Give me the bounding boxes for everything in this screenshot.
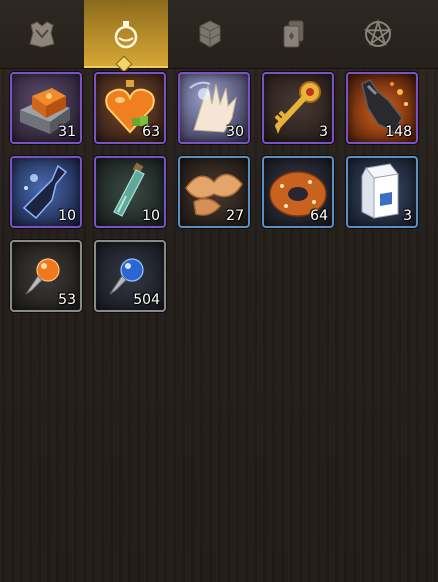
item-slot[interactable]: 30	[178, 72, 250, 144]
item-slot[interactable]: 3	[262, 72, 334, 144]
item-quantity: 64	[310, 208, 328, 224]
item-quantity: 3	[319, 124, 328, 140]
item-quantity: 31	[58, 124, 76, 140]
cards-icon	[283, 20, 304, 48]
item-quantity: 3	[403, 208, 412, 224]
tab-cards[interactable]	[252, 0, 336, 68]
item-quantity: 10	[58, 208, 76, 224]
tab-materials[interactable]	[168, 0, 252, 68]
category-tab-bar	[0, 0, 438, 73]
cubes-icon	[199, 20, 221, 48]
item-quantity: 148	[385, 124, 412, 140]
item-slot[interactable]: 63	[94, 72, 166, 144]
item-quantity: 30	[226, 124, 244, 140]
tab-equipment[interactable]	[0, 0, 84, 68]
item-slot[interactable]: 10	[10, 156, 82, 228]
item-slot[interactable]: 31	[10, 72, 82, 144]
item-quantity: 63	[142, 124, 160, 140]
item-quantity: 504	[133, 292, 160, 308]
item-slot[interactable]: 27	[178, 156, 250, 228]
item-quantity: 53	[58, 292, 76, 308]
potion-icon	[114, 21, 138, 49]
item-slot[interactable]: 3	[346, 156, 418, 228]
inventory-panel: 31 63 30 3 148 10 10 27 64 3 53 504	[0, 0, 438, 582]
armor-icon	[29, 21, 55, 48]
tab-special[interactable]	[336, 0, 420, 68]
item-slot[interactable]: 10	[94, 156, 166, 228]
item-slot[interactable]: 53	[10, 240, 82, 312]
pentagram-icon	[363, 19, 393, 47]
item-quantity: 27	[226, 208, 244, 224]
item-quantity: 10	[142, 208, 160, 224]
item-slot[interactable]: 64	[262, 156, 334, 228]
item-slot[interactable]: 504	[94, 240, 166, 312]
item-slot[interactable]: 148	[346, 72, 418, 144]
